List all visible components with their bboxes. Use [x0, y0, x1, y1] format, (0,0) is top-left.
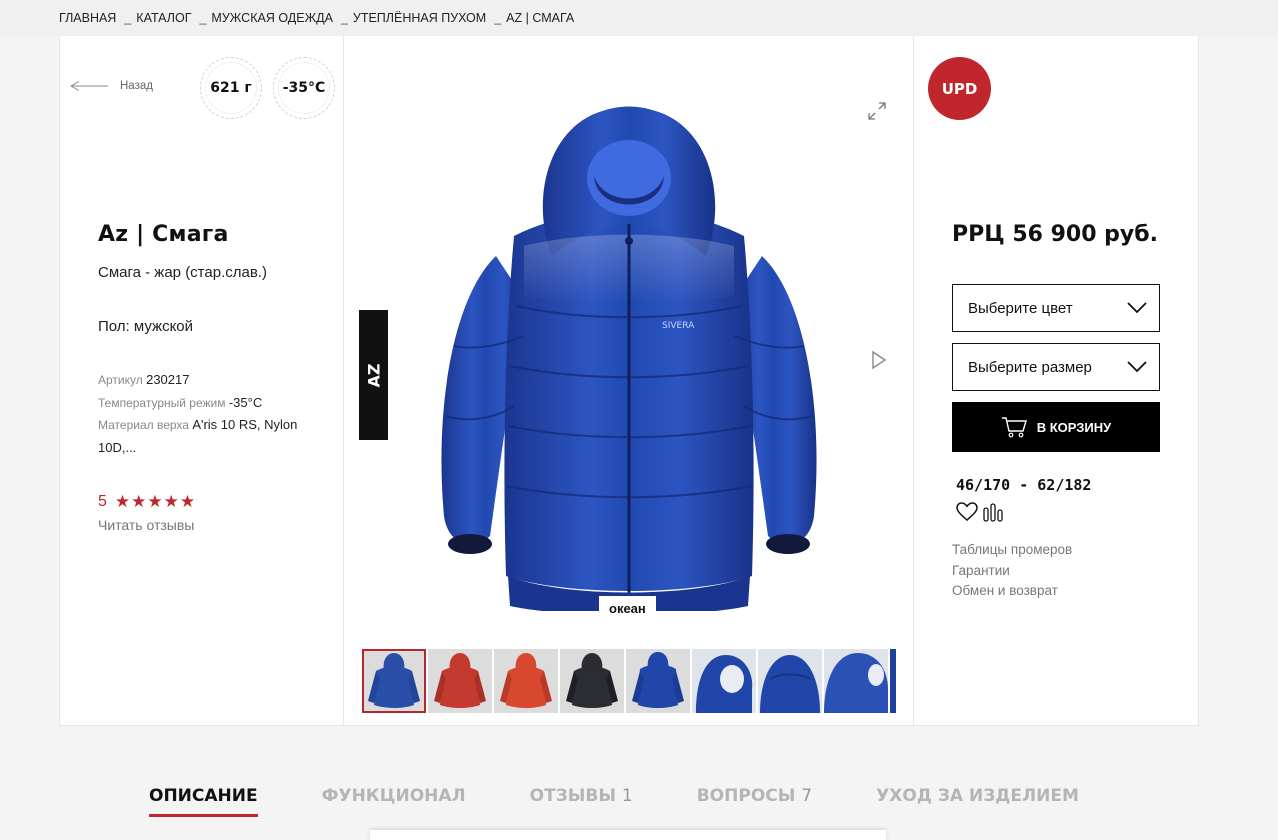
thumbnail-black-front[interactable]	[560, 649, 624, 713]
compare-icon[interactable]	[982, 502, 1004, 522]
spec-article-value: 230217	[146, 372, 190, 387]
spec-article-label: Артикул	[98, 373, 143, 387]
purchase-column: UPD РРЦ 56 900 руб. Выберите цвет Выбери…	[914, 36, 1199, 725]
az-side-tab[interactable]: AZ	[359, 310, 388, 440]
jacket-thumbnail-icon	[434, 653, 486, 708]
chevron-down-icon	[1127, 302, 1147, 314]
tab-count: 7	[801, 786, 813, 806]
thumbnail-blue-front[interactable]	[362, 649, 426, 713]
tab-label: ВОПРОСЫ	[696, 786, 796, 806]
thumbnail-blue-back[interactable]	[626, 649, 690, 713]
size-range: 46/170 - 62/182	[956, 476, 1092, 494]
az-tab-label: AZ	[363, 363, 383, 387]
color-select-label: Выберите цвет	[968, 299, 1073, 317]
tab-label: ФУНКЦИОНАЛ	[321, 786, 466, 806]
spec-article: Артикул 230217	[98, 369, 328, 392]
breadcrumb-separator: _	[340, 11, 348, 25]
returns-link[interactable]: Обмен и возврат	[952, 581, 1072, 602]
size-chart-link[interactable]: Таблицы промеров	[952, 540, 1072, 561]
rating: 5 ★★★★★	[98, 492, 196, 512]
expand-icon[interactable]	[868, 102, 886, 120]
breadcrumb-down-insulated[interactable]: УТЕПЛЁННАЯ ПУХОМ	[353, 11, 486, 25]
thumbnail-red-front[interactable]	[428, 649, 492, 713]
color-name-label: океан	[599, 596, 656, 621]
spec-temperature-label: Температурный режим	[98, 395, 226, 410]
thumbnail-blue-hood-side[interactable]	[692, 649, 756, 713]
tab-care[interactable]: УХОД ЗА ИЗДЕЛИЕМ	[876, 786, 1079, 806]
back-label: Назад	[120, 80, 153, 92]
jacket-thumbnail-icon	[500, 653, 552, 708]
breadcrumb-catalog[interactable]: КАТАЛОГ	[136, 11, 191, 25]
tab-reviews[interactable]: ОТЗЫВЫ 1	[530, 786, 633, 806]
size-select[interactable]: Выберите размер	[952, 343, 1160, 391]
product-specs: Артикул 230217 Температурный режим -35°C…	[98, 369, 328, 459]
tab-label: ОТЗЫВЫ	[529, 786, 616, 806]
add-to-cart-label: В КОРЗИНУ	[1036, 419, 1112, 435]
info-links: Таблицы промеров Гарантии Обмен и возвра…	[952, 540, 1072, 602]
heart-icon[interactable]	[956, 502, 978, 522]
chevron-down-icon	[1127, 361, 1147, 373]
spec-temperature-value: -35°C	[228, 394, 263, 410]
brand-logo: SIVERA	[662, 321, 695, 331]
breadcrumb: ГЛАВНАЯ _ КАТАЛОГ _ МУЖСКАЯ ОДЕЖДА _ УТЕ…	[0, 0, 1278, 36]
thumbnail-blue-hood-detail[interactable]	[824, 649, 888, 713]
breadcrumb-mens-clothing[interactable]: МУЖСКАЯ ОДЕЖДА	[211, 11, 333, 25]
warranty-link[interactable]: Гарантии	[952, 561, 1072, 582]
thumbnail-orange-front[interactable]	[494, 649, 558, 713]
temperature-stamp: -35°C	[273, 57, 335, 119]
add-to-cart-button[interactable]: В КОРЗИНУ	[952, 402, 1160, 452]
color-select[interactable]: Выберите цвет	[952, 284, 1160, 332]
breadcrumb-separator: _	[124, 11, 132, 25]
product-gallery: AZ SIVERA океан	[344, 36, 914, 725]
jacket-thumbnail-icon	[566, 653, 618, 708]
product-title: Az | Смага	[98, 222, 229, 247]
product-tabs: ОПИСАНИЕ ФУНКЦИОНАЛ ОТЗЫВЫ 1 ВОПРОСЫ 7 У…	[149, 786, 1143, 817]
tab-label: УХОД ЗА ИЗДЕЛИЕМ	[876, 786, 1079, 806]
hood-thumbnail-icon	[758, 649, 822, 713]
product-price: РРЦ 56 900 руб.	[952, 222, 1158, 247]
read-reviews-link[interactable]: Читать отзывы	[98, 517, 194, 533]
thumbnail-partial[interactable]	[890, 649, 896, 713]
arrow-left-icon	[70, 81, 108, 91]
upd-badge: UPD	[928, 57, 991, 120]
product-card: Назад 621 г -35°C Az | Смага Смага - жар…	[59, 36, 1199, 726]
weight-stamp: 621 г	[200, 57, 262, 119]
next-image-arrow-icon[interactable]	[871, 350, 887, 370]
tab-content-panel	[370, 830, 886, 840]
product-info-column: Назад 621 г -35°C Az | Смага Смага - жар…	[60, 36, 344, 725]
thumbnail-blue-hood-back[interactable]	[758, 649, 822, 713]
spec-material-label: Материал верха	[98, 418, 189, 432]
jacket-thumbnail-icon	[368, 653, 420, 708]
hood-thumbnail-icon	[824, 649, 888, 713]
hood-thumbnail-icon	[692, 649, 756, 713]
favorite-compare-row	[956, 502, 1004, 522]
spec-material: Материал верха A'ris 10 RS, Nylon 10D,..…	[98, 414, 328, 459]
weight-value: 621 г	[210, 80, 252, 96]
tab-questions[interactable]: ВОПРОСЫ 7	[697, 786, 812, 806]
jacket-thumbnail-icon	[632, 652, 684, 708]
back-link[interactable]: Назад	[70, 80, 153, 92]
rating-value: 5	[98, 493, 107, 510]
spec-temperature: Температурный режим -35°C	[98, 392, 328, 415]
breadcrumb-separator: _	[494, 11, 502, 25]
product-gender: Пол: мужской	[98, 318, 194, 335]
product-image: SIVERA	[441, 106, 817, 611]
breadcrumb-separator: _	[199, 11, 207, 25]
breadcrumb-home[interactable]: ГЛАВНАЯ	[59, 11, 116, 25]
size-select-label: Выберите размер	[968, 358, 1092, 376]
tab-label: ОПИСАНИЕ	[149, 786, 258, 806]
tab-features[interactable]: ФУНКЦИОНАЛ	[322, 786, 466, 806]
cart-icon	[1001, 417, 1027, 438]
breadcrumb-current: AZ | СМАГА	[506, 11, 575, 25]
tab-count: 1	[621, 786, 633, 806]
product-subtitle: Смага - жар (стар.слав.)	[98, 264, 267, 281]
tab-description[interactable]: ОПИСАНИЕ	[149, 786, 258, 817]
temperature-value: -35°C	[282, 80, 326, 96]
thumbnail-strip	[362, 649, 896, 713]
rating-stars-icon: ★★★★★	[114, 492, 197, 511]
